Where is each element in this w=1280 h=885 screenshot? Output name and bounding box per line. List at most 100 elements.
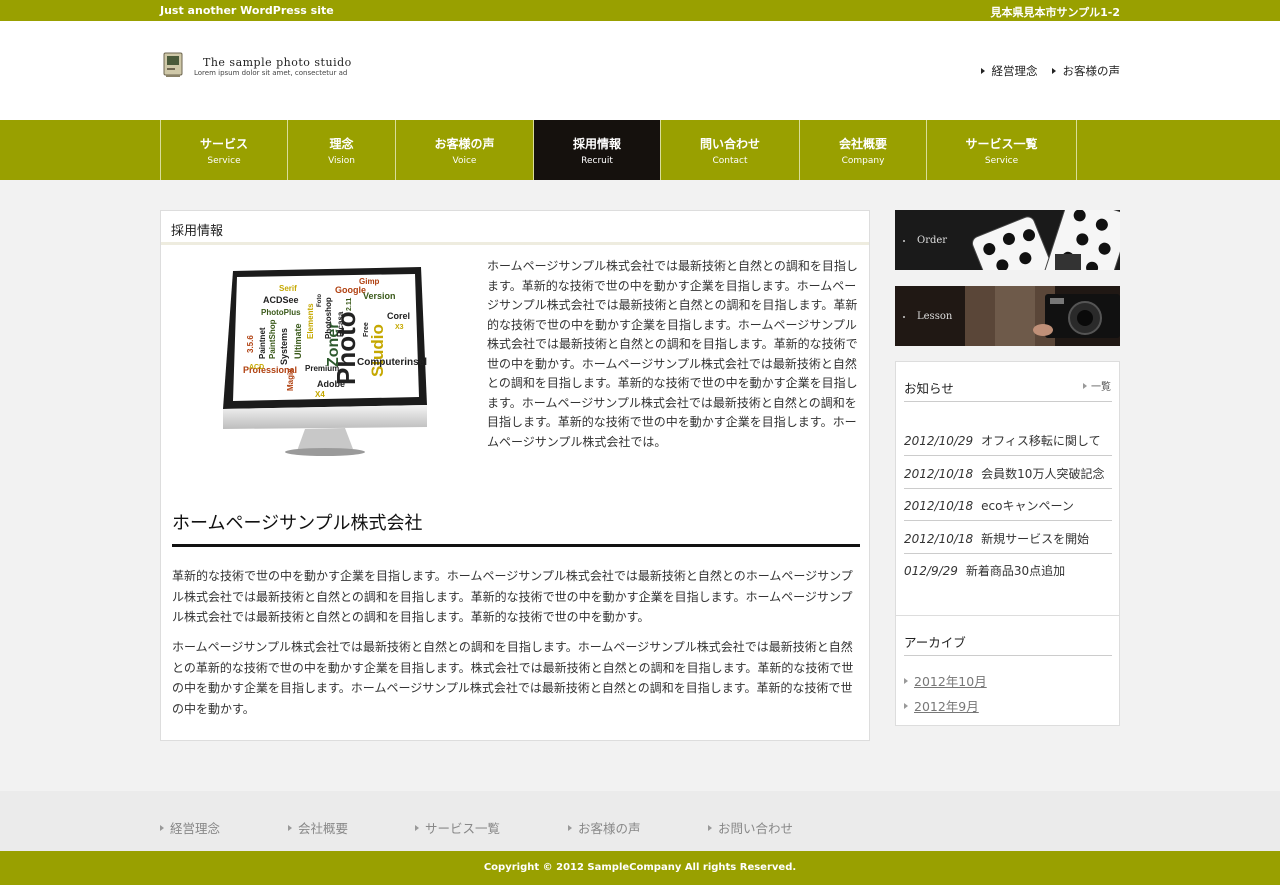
vintage-computer-icon[interactable]: [163, 52, 183, 78]
order-banner[interactable]: Order: [895, 210, 1120, 270]
nav-item-recruit[interactable]: 採用情報 Recruit: [534, 120, 661, 180]
svg-text:Gimp: Gimp: [359, 277, 380, 286]
nav-label-en: Service: [984, 156, 1019, 166]
bullet-icon: [903, 239, 905, 242]
footer-link-label: お客様の声: [578, 821, 641, 836]
body-paragraph-1: 革新的な技術で世の中を動かす企業を目指します。ホームページサンプル株式会社では最…: [172, 569, 853, 624]
footer-link-company[interactable]: 会社概要: [288, 818, 348, 837]
banner-label-text: Order: [917, 235, 948, 246]
archive-link[interactable]: 2012年9月: [904, 696, 979, 715]
site-address: 見本県見本市サンプル1-2: [990, 6, 1120, 19]
triangle-right-icon: [1083, 382, 1087, 389]
svg-text:Photoshop: Photoshop: [324, 297, 333, 339]
banner-label: Lesson: [903, 311, 952, 322]
footer-link-label: 経営理念: [170, 821, 221, 836]
news-title: お知らせ: [904, 381, 954, 396]
news-text: 会員数10万人突破記念: [981, 467, 1105, 481]
logo-subtitle: Lorem ipsum dolor sit amet, consectetur …: [194, 69, 348, 77]
nav-label-en: Company: [841, 156, 885, 166]
archive-link[interactable]: 2012年10月: [904, 671, 987, 690]
main-content: 採用情報 Photo Studio Zoner Computerinsel Go…: [160, 210, 870, 741]
footer-link-service-list[interactable]: サービス一覧: [415, 818, 500, 837]
news-item[interactable]: 2012/10/18 新規サービスを開始: [904, 521, 1112, 554]
nav-label-en: Service: [207, 156, 241, 166]
nav-item-service-list[interactable]: サービス一覧 Service: [927, 120, 1077, 180]
svg-text:Studio: Studio: [368, 324, 387, 377]
banner-label: Order: [903, 235, 947, 246]
news-date: 2012/10/29: [904, 434, 974, 448]
footer-link-label: サービス一覧: [425, 821, 501, 836]
svg-text:Free: Free: [363, 322, 370, 337]
triangle-right-icon: [1051, 68, 1056, 74]
triangle-right-icon: [568, 824, 572, 831]
triangle-right-icon: [160, 824, 164, 831]
news-text: 新着商品30点追加: [965, 564, 1066, 578]
nav-label-jp: 採用情報: [572, 137, 621, 151]
triangle-right-icon: [708, 824, 712, 831]
footer-link-voice[interactable]: お客様の声: [568, 818, 641, 837]
nav-item-voice[interactable]: お客様の声 Voice: [396, 120, 534, 180]
news-date: 012/9/29: [904, 564, 958, 578]
nav-label-en: Voice: [452, 156, 477, 166]
news-date: 2012/10/18: [904, 532, 974, 546]
site-header: The sample photo stuido Lorem ipsum dolo…: [0, 21, 1280, 120]
archive-widget: アーカイブ 2012年10月 2012年9月: [895, 615, 1120, 726]
nav-label-jp: サービス一覧: [965, 137, 1038, 151]
top-bar: Just another WordPress site 見本県見本市サンプル1-…: [0, 0, 1280, 21]
header-link-label: 経営理念: [991, 64, 1038, 78]
triangle-right-icon: [415, 824, 419, 831]
news-more-link[interactable]: 一覧: [1083, 378, 1111, 393]
header-link-voice[interactable]: お客様の声: [1051, 63, 1120, 79]
news-text: オフィス移転に関して: [981, 434, 1101, 448]
svg-text:X3: X3: [395, 324, 404, 331]
nav-item-vision[interactable]: 理念 Vision: [288, 120, 396, 180]
footer-link-label: 会社概要: [298, 821, 349, 836]
news-date: 2012/10/18: [904, 467, 974, 481]
news-item[interactable]: 2012/10/18 ecoキャンペーン: [904, 488, 1112, 521]
triangle-right-icon: [980, 68, 985, 74]
svg-text:2.11: 2.11: [346, 298, 353, 311]
logo-title[interactable]: The sample photo stuido: [203, 56, 352, 69]
news-item[interactable]: 2012/10/29 オフィス移転に関して: [904, 423, 1112, 456]
triangle-right-icon: [288, 824, 292, 831]
svg-text:Adobe: Adobe: [317, 379, 345, 389]
bullet-icon: [903, 315, 905, 318]
nav-label-jp: 会社概要: [838, 137, 887, 151]
archive-title: アーカイブ: [904, 635, 966, 650]
nav-item-service[interactable]: サービス Service: [161, 120, 288, 180]
triangle-right-icon: [904, 702, 908, 709]
footer-link-label: お問い合わせ: [718, 821, 794, 836]
svg-text:Google: Google: [335, 285, 366, 295]
svg-text:Serif: Serif: [279, 284, 297, 293]
news-widget: お知らせ 一覧 2012/10/29 オフィス移転に関して 2012/10/18 会…: [895, 361, 1120, 623]
svg-text:Computerinsel: Computerinsel: [357, 357, 427, 368]
svg-text:3.5.6: 3.5.6: [246, 335, 255, 353]
banner-label-text: Lesson: [917, 311, 953, 322]
nav-item-contact[interactable]: 問い合わせ Contact: [661, 120, 800, 180]
global-nav: サービス Service 理念 Vision お客様の声 Voice 採用情報 …: [0, 120, 1280, 180]
svg-text:Ultimate: Ultimate: [293, 323, 303, 359]
divider: [904, 401, 1112, 402]
nav-item-company[interactable]: 会社概要 Company: [800, 120, 927, 180]
footer-nav: 経営理念 会社概要 サービス一覧 お客様の声 お問い合わせ: [0, 791, 1280, 851]
header-links: 経営理念 お客様の声: [980, 63, 1120, 79]
news-item[interactable]: 012/9/29 新着商品30点追加: [904, 553, 1112, 586]
footer-link-philosophy[interactable]: 経営理念: [160, 818, 220, 837]
svg-text:ACDSee: ACDSee: [263, 295, 299, 305]
svg-text:Corel: Corel: [387, 311, 410, 321]
nav-label-jp: 問い合わせ: [699, 137, 760, 151]
archive-link-label: 2012年10月: [914, 674, 987, 689]
news-item[interactable]: 2012/10/18 会員数10万人突破記念: [904, 456, 1112, 489]
svg-text:Elements: Elements: [306, 303, 315, 339]
lesson-banner[interactable]: Lesson: [895, 286, 1120, 346]
news-text: ecoキャンペーン: [981, 499, 1074, 513]
svg-text:PhotoPlus: PhotoPlus: [261, 308, 301, 317]
news-more-label: 一覧: [1091, 382, 1111, 393]
news-text: 新規サービスを開始: [981, 532, 1090, 546]
header-link-philosophy[interactable]: 経営理念: [980, 63, 1038, 79]
page-title: 採用情報: [161, 211, 869, 245]
svg-text:X4: X4: [315, 390, 325, 399]
svg-text:Paintnet: Paintnet: [258, 327, 267, 359]
svg-text:Systems: Systems: [279, 328, 289, 365]
footer-link-contact[interactable]: お問い合わせ: [708, 818, 793, 837]
